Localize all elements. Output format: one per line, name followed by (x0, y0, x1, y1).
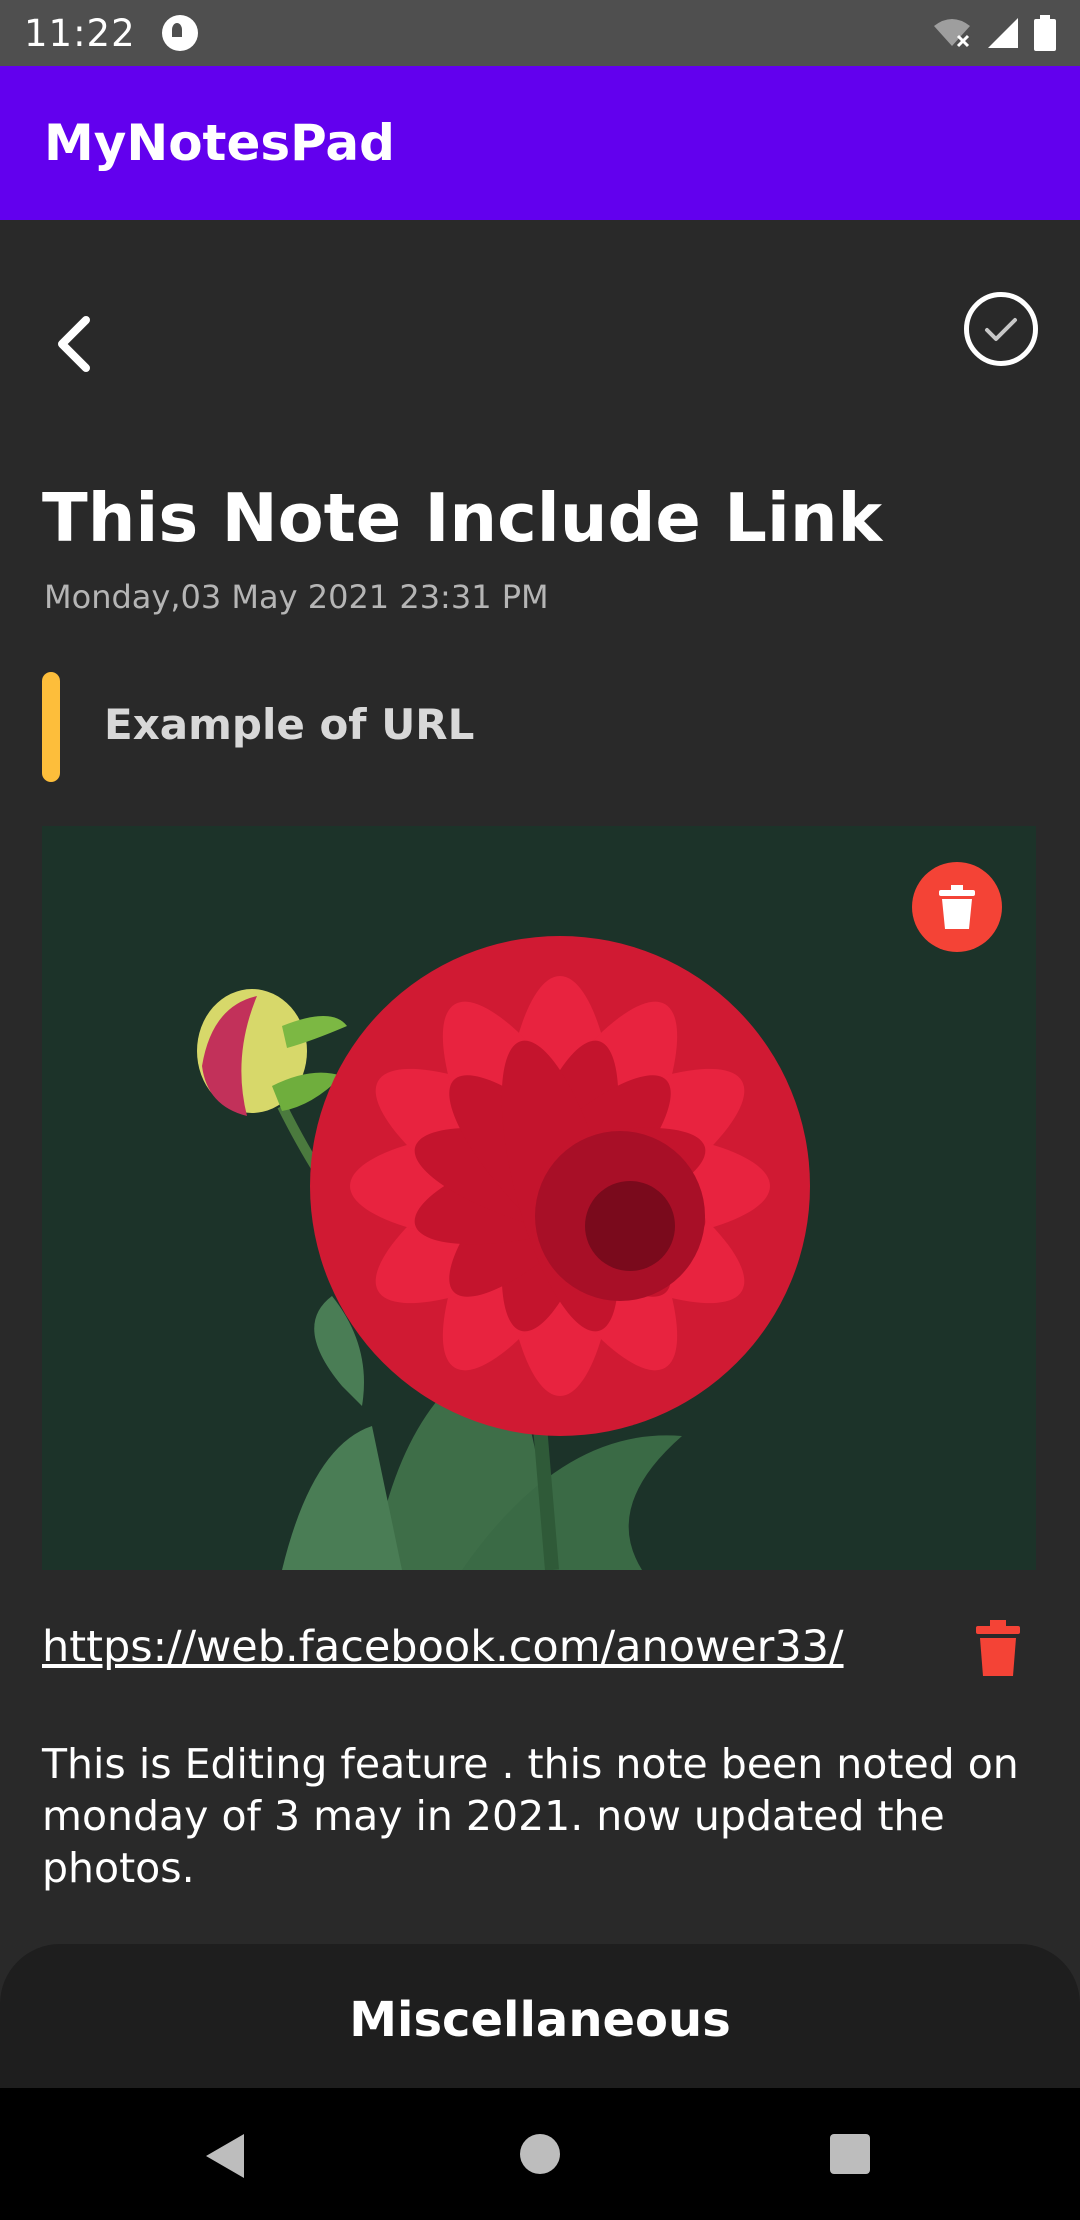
battery-icon (1034, 15, 1056, 51)
miscellaneous-title: Miscellaneous (349, 1992, 731, 2048)
red-dahlia-photo (42, 826, 1036, 1570)
nav-recents-icon[interactable] (830, 2134, 870, 2174)
save-note-button[interactable] (964, 292, 1038, 366)
status-icons (932, 15, 1056, 51)
note-url-link[interactable]: https://web.facebook.com/anower33/ (42, 1622, 844, 1672)
delete-url-button[interactable] (976, 1620, 1026, 1680)
app-bar: MyNotesPad (0, 66, 1080, 220)
signal-icon (988, 18, 1018, 48)
delete-image-button[interactable] (912, 862, 1002, 952)
miscellaneous-sheet[interactable]: Miscellaneous (0, 1944, 1080, 2090)
app-notification-icon (161, 15, 198, 51)
chevron-left-icon (58, 316, 90, 372)
status-time: 11:22 (24, 11, 136, 55)
note-text-input[interactable]: This is Editing feature . this note been… (42, 1738, 1042, 1894)
note-subtitle-input[interactable]: Example of URL (104, 700, 474, 749)
note-title-input[interactable]: This Note Include Link (42, 474, 1042, 562)
note-date: Monday,03 May 2021 23:31 PM (44, 578, 549, 616)
nav-back-icon[interactable] (206, 2134, 246, 2178)
note-image (42, 826, 1036, 1570)
check-circle-icon (985, 318, 1017, 341)
app-title: MyNotesPad (44, 114, 395, 172)
wifi-off-icon (934, 19, 970, 48)
trash-icon (939, 885, 975, 929)
subtitle-accent-bar (42, 672, 60, 782)
trash-icon (976, 1620, 1020, 1676)
status-bar: 11:22 (0, 0, 1080, 66)
nav-home-icon[interactable] (520, 2134, 560, 2174)
system-nav-bar (0, 2088, 1080, 2220)
back-button[interactable] (50, 312, 100, 376)
